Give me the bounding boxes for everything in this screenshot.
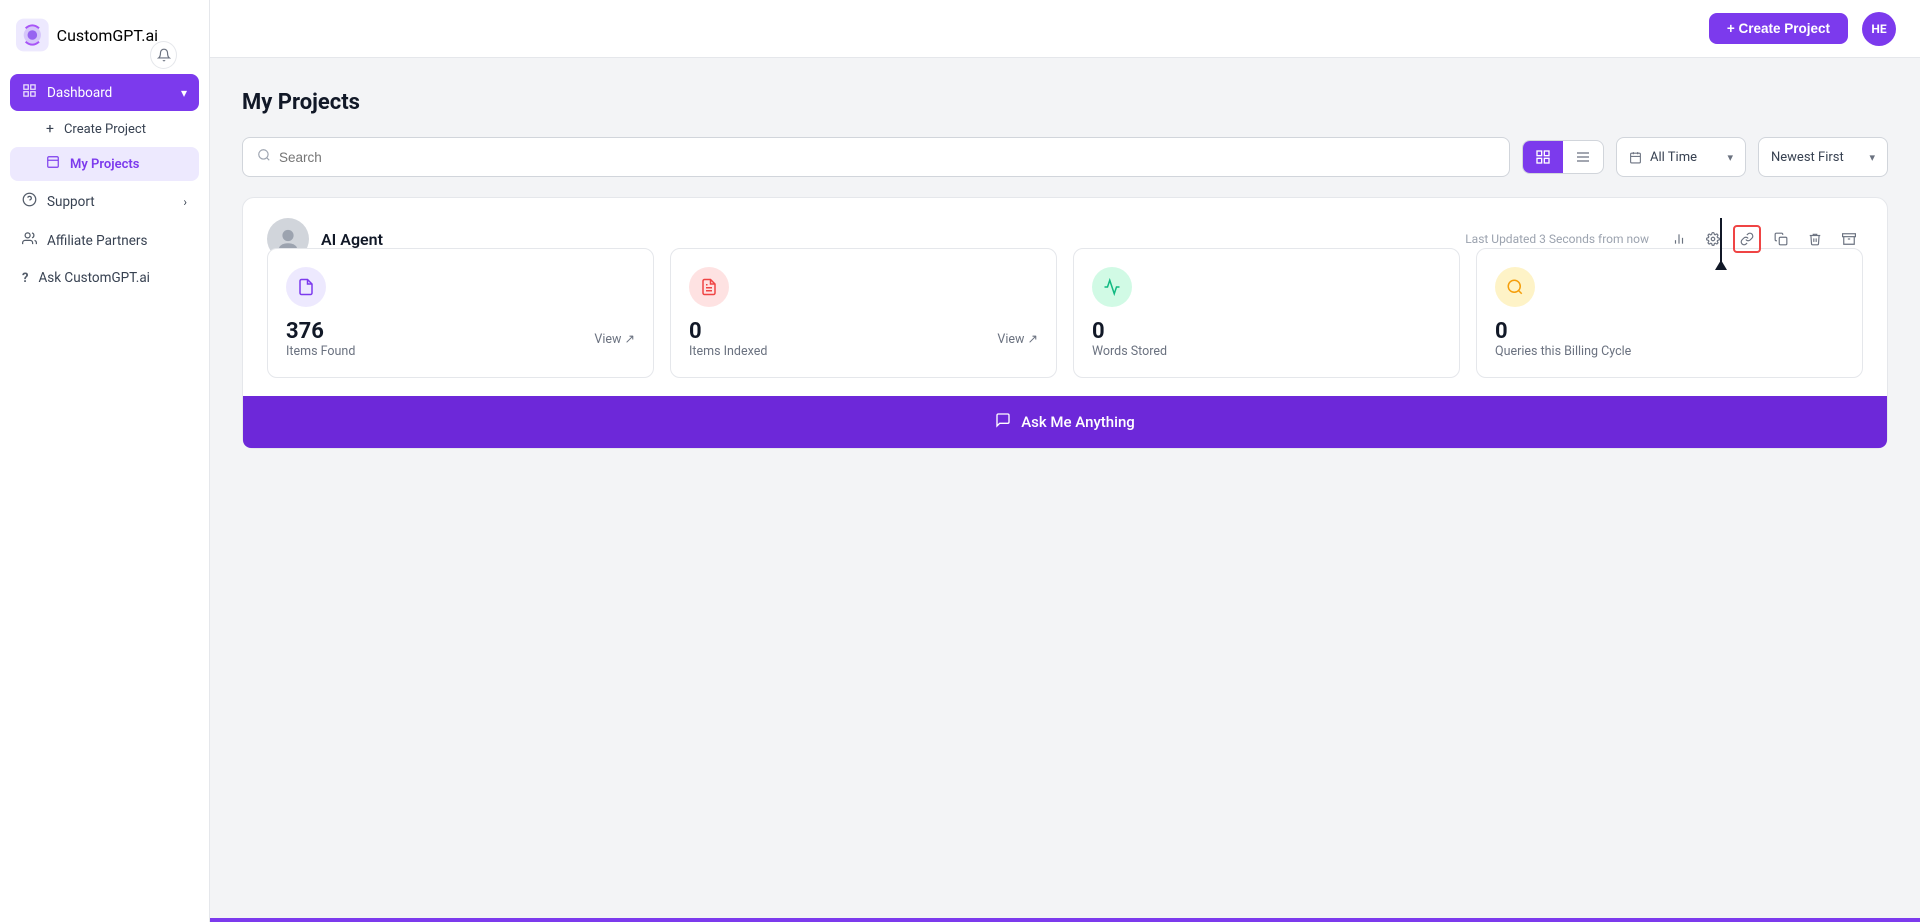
stats-row: 376 Items Found View ↗ — [267, 248, 1863, 378]
items-found-view-link[interactable]: View ↗ — [594, 331, 635, 347]
ask-icon — [995, 412, 1011, 432]
notification-bell[interactable] — [150, 41, 177, 69]
queries-billing-icon-wrap — [1495, 267, 1535, 307]
dashboard-chevron: ▾ — [181, 86, 187, 100]
page-title: My Projects — [242, 90, 1888, 115]
sort-filter-label: Newest First — [1771, 150, 1844, 165]
page-content: My Projects All Time ▾ — [210, 58, 1920, 922]
items-found-icon-wrap — [286, 267, 326, 307]
items-indexed-icon-wrap — [689, 267, 729, 307]
items-found-number-label: 376 Items Found — [286, 319, 355, 359]
grid-view-button[interactable] — [1563, 141, 1603, 173]
queries-billing-number-label: 0 Queries this Billing Cycle — [1495, 319, 1844, 359]
project-meta: Last Updated 3 Seconds from now — [1465, 232, 1649, 246]
project-card: AI Agent Last Updated 3 Seconds from now — [242, 197, 1888, 449]
projects-toolbar: All Time ▾ Newest First ▾ — [242, 137, 1888, 177]
main-content: + Create Project HE My Projects — [210, 0, 1920, 922]
stat-items-found: 376 Items Found View ↗ — [267, 248, 654, 378]
support-icon — [22, 192, 37, 211]
words-stored-number-label: 0 Words Stored — [1092, 319, 1441, 359]
logo: CustomGPT.ai — [0, 0, 209, 70]
sidebar: CustomGPT.ai Dashboard ▾ + Create Projec… — [0, 0, 210, 922]
ask-icon: ? — [22, 271, 28, 286]
create-project-button[interactable]: + Create Project — [1709, 13, 1848, 44]
dashboard-icon — [22, 83, 37, 102]
dashboard-label: Dashboard — [47, 85, 112, 101]
time-filter[interactable]: All Time ▾ — [1616, 137, 1746, 177]
view-toggle — [1522, 140, 1604, 174]
ask-me-anything-label: Ask Me Anything — [1021, 413, 1135, 431]
sidebar-item-ask-customgpt[interactable]: ? Ask CustomGPT.ai — [10, 261, 199, 295]
logo-text: CustomGPT.ai — [57, 26, 158, 45]
create-project-label: Create Project — [64, 122, 146, 137]
create-project-plus: + — [46, 121, 54, 137]
affiliate-label: Affiliate Partners — [47, 233, 147, 249]
sidebar-item-my-projects[interactable]: My Projects — [10, 147, 199, 181]
bottom-accent-bar — [210, 918, 1920, 922]
words-stored-number: 0 — [1092, 319, 1441, 344]
search-bar — [242, 137, 1510, 177]
sort-filter-chevron: ▾ — [1869, 151, 1875, 164]
sidebar-item-support[interactable]: Support › — [10, 183, 199, 220]
support-label: Support — [47, 194, 95, 210]
stat-footer-items-indexed: 0 Items Indexed View ↗ — [689, 319, 1038, 359]
stat-footer-items-found: 376 Items Found View ↗ — [286, 319, 635, 359]
stat-queries-billing: 0 Queries this Billing Cycle — [1476, 248, 1863, 378]
items-indexed-number-label: 0 Items Indexed — [689, 319, 767, 359]
search-input[interactable] — [279, 150, 1495, 165]
topbar: + Create Project HE — [210, 0, 1920, 58]
queries-billing-number: 0 — [1495, 319, 1844, 344]
items-indexed-number: 0 — [689, 319, 767, 344]
support-chevron: › — [183, 195, 187, 209]
logo-icon — [16, 18, 49, 52]
sidebar-item-affiliate-partners[interactable]: Affiliate Partners — [10, 222, 199, 259]
time-filter-chevron: ▾ — [1727, 151, 1733, 164]
affiliate-icon — [22, 231, 37, 250]
my-projects-icon — [46, 155, 60, 173]
sidebar-item-dashboard[interactable]: Dashboard ▾ — [10, 74, 199, 111]
items-indexed-label: Items Indexed — [689, 344, 767, 359]
items-found-number: 376 — [286, 319, 355, 344]
queries-billing-label: Queries this Billing Cycle — [1495, 344, 1844, 359]
stat-items-indexed: 0 Items Indexed View ↗ — [670, 248, 1057, 378]
stat-words-stored: 0 Words Stored — [1073, 248, 1460, 378]
link-button[interactable] — [1733, 225, 1761, 253]
project-name: AI Agent — [321, 230, 383, 249]
sidebar-nav: Dashboard ▾ + Create Project My Projects… — [0, 70, 209, 922]
sidebar-item-create-project[interactable]: + Create Project — [10, 113, 199, 145]
time-filter-label: All Time — [1650, 150, 1697, 165]
list-view-button[interactable] — [1523, 141, 1563, 173]
ask-customgpt-label: Ask CustomGPT.ai — [38, 270, 150, 286]
user-avatar[interactable]: HE — [1862, 12, 1896, 46]
items-found-label: Items Found — [286, 344, 355, 359]
search-icon — [257, 148, 271, 166]
last-updated-text: Last Updated 3 Seconds from now — [1465, 232, 1649, 246]
create-project-btn-label: + Create Project — [1727, 21, 1830, 36]
ask-me-anything-bar[interactable]: Ask Me Anything — [243, 396, 1887, 448]
words-stored-icon-wrap — [1092, 267, 1132, 307]
sort-filter[interactable]: Newest First ▾ — [1758, 137, 1888, 177]
my-projects-label: My Projects — [70, 157, 139, 172]
items-indexed-view-link[interactable]: View ↗ — [997, 331, 1038, 347]
words-stored-label: Words Stored — [1092, 344, 1441, 359]
avatar-initials: HE — [1871, 22, 1886, 36]
